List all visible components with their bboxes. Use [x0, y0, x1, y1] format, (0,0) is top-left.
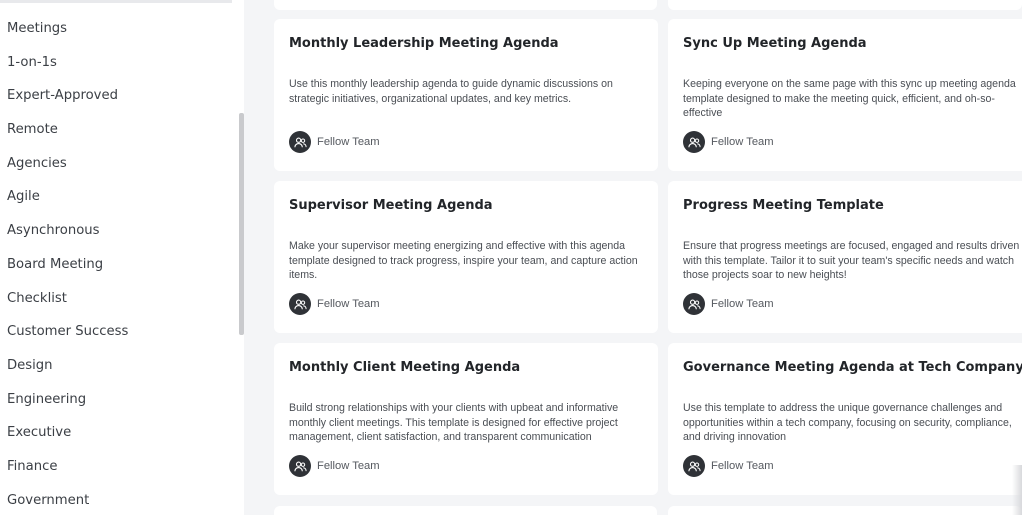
team-users-icon	[683, 131, 705, 153]
author-name: Fellow Team	[317, 136, 380, 148]
team-users-icon	[289, 455, 311, 477]
team-users-icon	[289, 131, 311, 153]
sidebar-item-finance[interactable]: Finance	[7, 450, 128, 484]
sidebar-item-expert-approved[interactable]: Expert-Approved	[7, 79, 128, 113]
team-users-icon	[683, 455, 705, 477]
category-sidebar: Meetings 1-on-1s Expert-Approved Remote …	[0, 0, 244, 515]
sidebar-item-government[interactable]: Government	[7, 484, 128, 515]
sidebar-item-checklist[interactable]: Checklist	[7, 282, 128, 316]
card-description: Keeping everyone on the same page with t…	[683, 77, 1022, 121]
sidebar-item-1-on-1s[interactable]: 1-on-1s	[7, 46, 128, 80]
sidebar-item-design[interactable]: Design	[7, 349, 128, 383]
template-card[interactable]: Sync Up Meeting Agenda Keeping everyone …	[668, 19, 1022, 171]
card-author: Fellow Team	[683, 131, 774, 153]
sidebar-item-meetings[interactable]: Meetings	[7, 12, 128, 46]
card-description: Make your supervisor meeting energizing …	[289, 240, 638, 282]
card-title: Monthly Leadership Meeting Agenda	[289, 36, 559, 51]
author-name: Fellow Team	[711, 136, 774, 148]
card-title: Progress Meeting Template	[683, 198, 884, 213]
card-title: Sync Up Meeting Agenda	[683, 36, 867, 51]
sidebar-divider	[0, 0, 232, 3]
sidebar-item-asynchronous[interactable]: Asynchronous	[7, 214, 128, 248]
sidebar-item-agencies[interactable]: Agencies	[7, 147, 128, 181]
card-author: Fellow Team	[289, 131, 380, 153]
sidebar-item-customer-success[interactable]: Customer Success	[7, 315, 128, 349]
card-description: Ensure that progress meetings are focuse…	[683, 240, 1020, 282]
card-author: Fellow Team	[683, 293, 774, 315]
category-list: Meetings 1-on-1s Expert-Approved Remote …	[7, 12, 128, 515]
author-name: Fellow Team	[711, 460, 774, 472]
edge-shadow	[1012, 465, 1022, 515]
template-card[interactable]: Progress Meeting Template Ensure that pr…	[668, 181, 1022, 333]
card-title: Governance Meeting Agenda at Tech Compan…	[683, 360, 1022, 375]
sidebar-item-board-meeting[interactable]: Board Meeting	[7, 248, 128, 282]
sidebar-item-remote[interactable]: Remote	[7, 113, 128, 147]
card-title: Supervisor Meeting Agenda	[289, 198, 493, 213]
card-description: Use this monthly leadership agenda to gu…	[289, 78, 613, 105]
card-title: Monthly Client Meeting Agenda	[289, 360, 521, 375]
card-author: Fellow Team	[289, 455, 380, 477]
template-card[interactable]: Monthly Client Meeting Agenda Build stro…	[274, 343, 658, 495]
template-grid: Monthly Leadership Meeting Agenda Use th…	[244, 0, 1022, 515]
team-users-icon	[289, 293, 311, 315]
card-author: Fellow Team	[683, 455, 774, 477]
sidebar-item-engineering[interactable]: Engineering	[7, 383, 128, 417]
template-card[interactable]: Supervisor Meeting Agenda Make your supe…	[274, 181, 658, 333]
card-partial-top[interactable]	[274, 0, 657, 10]
card-partial-bottom[interactable]	[668, 506, 1022, 515]
card-description: Build strong relationships with your cli…	[289, 402, 619, 444]
author-name: Fellow Team	[317, 298, 380, 310]
sidebar-item-executive[interactable]: Executive	[7, 416, 128, 450]
card-author: Fellow Team	[289, 293, 380, 315]
sidebar-item-agile[interactable]: Agile	[7, 180, 128, 214]
card-description: Use this template to address the unique …	[683, 402, 1012, 444]
template-card[interactable]: Monthly Leadership Meeting Agenda Use th…	[274, 19, 658, 171]
card-partial-bottom[interactable]	[274, 506, 657, 515]
author-name: Fellow Team	[317, 460, 380, 472]
team-users-icon	[683, 293, 705, 315]
card-partial-top[interactable]	[668, 0, 1022, 10]
template-card[interactable]: Governance Meeting Agenda at Tech Compan…	[668, 343, 1022, 495]
author-name: Fellow Team	[711, 298, 774, 310]
card-description-text: Keeping everyone on the same page with t…	[683, 78, 1016, 120]
